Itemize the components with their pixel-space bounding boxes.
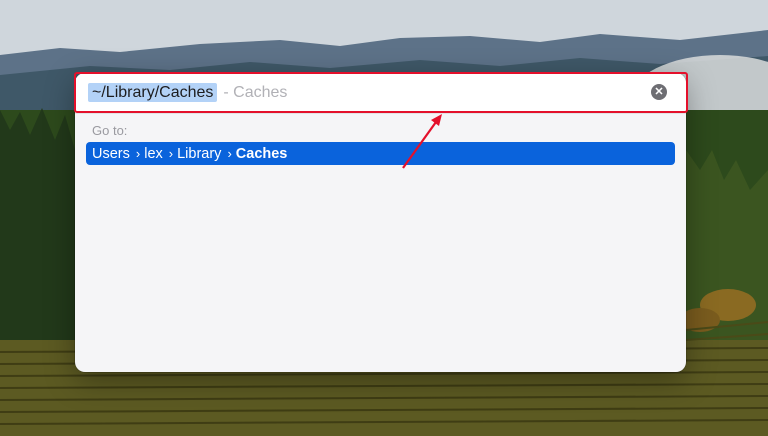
breadcrumb-lex: lex — [144, 146, 163, 162]
breadcrumb-chevron-icon: › — [135, 146, 141, 161]
breadcrumb-users: Users — [92, 146, 130, 162]
path-completion-hint: - Caches — [223, 84, 288, 101]
breadcrumb-chevron-icon: › — [227, 146, 232, 161]
go-to-folder-dialog: ~/Library/Caches - Caches ✕ Go to: Users ›… — [75, 73, 686, 372]
path-suggestion-row[interactable]: Users › lex › Library › Caches — [86, 142, 675, 165]
breadcrumb-chevron-icon: › — [168, 146, 174, 161]
breadcrumb-library: Library — [177, 146, 222, 162]
path-input[interactable]: ~/Library/Caches - Caches — [88, 82, 288, 104]
go-to-section-label: Go to: — [92, 123, 128, 138]
path-field-row[interactable]: ~/Library/Caches - Caches ✕ — [75, 73, 686, 114]
breadcrumb-caches: Caches — [235, 146, 288, 162]
clear-icon[interactable]: ✕ — [651, 84, 667, 100]
path-input-selected-text[interactable]: ~/Library/Caches — [88, 83, 218, 102]
